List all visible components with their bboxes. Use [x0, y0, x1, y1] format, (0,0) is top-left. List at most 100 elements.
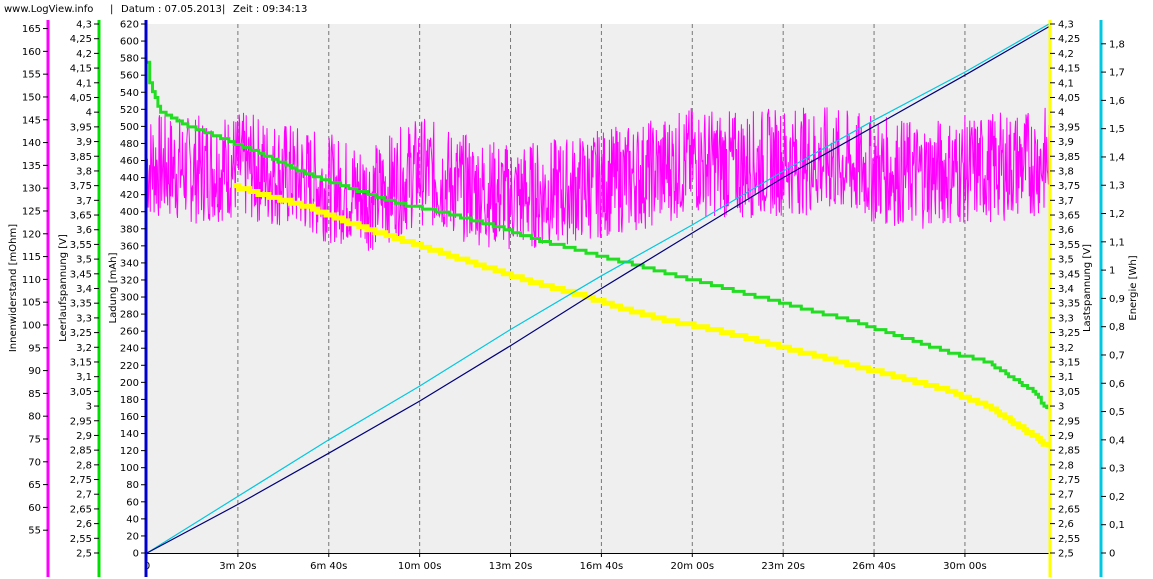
- lastspannung-tick-label: 2,8: [1058, 460, 1074, 471]
- innenwiderstand-tick-label: 120: [22, 229, 41, 240]
- lastspannung-tick-label: 4: [1058, 108, 1064, 119]
- lastspannung-tick-label: 2,65: [1058, 504, 1080, 515]
- x-tick-label: 13m 20s: [489, 561, 533, 572]
- lastspannung-tick-label: 2,5: [1058, 549, 1074, 560]
- innenwiderstand-tick-label: 125: [22, 206, 41, 217]
- ladung-tick-label: 120: [120, 446, 139, 457]
- leerlaufspannung-tick-label: 3,7: [76, 196, 92, 207]
- ladung-tick-label: 480: [120, 139, 139, 150]
- innenwiderstand-tick-label: 100: [22, 320, 41, 331]
- ladung-tick-label: 540: [120, 88, 139, 99]
- leerlaufspannung-tick-label: 3,5: [76, 255, 92, 266]
- header-date: Datum : 07.05.2013: [121, 4, 222, 15]
- ladung-tick-label: 240: [120, 344, 139, 355]
- leerlaufspannung-tick-label: 2,9: [76, 431, 92, 442]
- ladung-tick-label: 560: [120, 71, 139, 82]
- lastspannung-tick-label: 3,3: [1058, 313, 1074, 324]
- energie-tick-label: 0,8: [1109, 322, 1125, 333]
- innenwiderstand-tick-label: 110: [22, 275, 41, 286]
- ladung-tick-label: 460: [120, 156, 139, 167]
- lastspannung-tick-label: 2,85: [1058, 446, 1080, 457]
- leerlaufspannung-axis-title: Leerlaufspannung [V]: [58, 234, 69, 342]
- lastspannung-tick-label: 4,2: [1058, 49, 1074, 60]
- innenwiderstand-tick-label: 95: [28, 343, 41, 354]
- innenwiderstand-tick-label: 75: [28, 434, 41, 445]
- x-tick-label: 10m 00s: [398, 561, 442, 572]
- lastspannung-tick-label: 3,25: [1058, 328, 1080, 339]
- innenwiderstand-tick-label: 160: [22, 47, 41, 58]
- innenwiderstand-tick-label: 90: [28, 366, 41, 377]
- energie-tick-label: 1,2: [1109, 209, 1125, 220]
- lastspannung-tick-label: 3,35: [1058, 299, 1080, 310]
- header-separator-2: |: [222, 4, 225, 15]
- lastspannung-tick-label: 3,15: [1058, 357, 1080, 368]
- header-site: www.LogView.info: [4, 4, 93, 15]
- ladung-tick-label: 440: [120, 173, 139, 184]
- ladung-tick-label: 100: [120, 463, 139, 474]
- leerlaufspannung-tick-label: 4,15: [70, 64, 92, 75]
- lastspannung-tick-label: 4,25: [1058, 34, 1080, 45]
- innenwiderstand-tick-label: 55: [28, 526, 41, 537]
- innenwiderstand-tick-label: 145: [22, 115, 41, 126]
- lastspannung-axis-title: Lastspannung [V]: [1082, 244, 1093, 332]
- energie-tick-label: 0,6: [1109, 379, 1125, 390]
- innenwiderstand-tick-label: 65: [28, 480, 41, 491]
- lastspannung-tick-label: 2,55: [1058, 534, 1080, 545]
- energie-tick-label: 0,4: [1109, 435, 1125, 446]
- innenwiderstand-tick-label: 150: [22, 92, 41, 103]
- leerlaufspannung-tick-label: 3,35: [70, 299, 92, 310]
- lastspannung-tick-label: 2,7: [1058, 490, 1074, 501]
- innenwiderstand-tick-label: 85: [28, 389, 41, 400]
- leerlaufspannung-tick-label: 2,75: [70, 475, 92, 486]
- leerlaufspannung-tick-label: 2,8: [76, 460, 92, 471]
- lastspannung-tick-label: 4,05: [1058, 93, 1080, 104]
- lastspannung-tick-label: 3,6: [1058, 225, 1074, 236]
- ladung-tick-label: 600: [120, 37, 139, 48]
- innenwiderstand-tick-label: 165: [22, 24, 41, 35]
- ladung-tick-label: 320: [120, 275, 139, 286]
- header-time: Zeit : 09:34:13: [233, 4, 307, 15]
- lastspannung-tick-label: 4,1: [1058, 78, 1074, 89]
- lastspannung-tick-label: 2,6: [1058, 519, 1074, 530]
- energie-tick-label: 1,7: [1109, 68, 1125, 79]
- leerlaufspannung-tick-label: 3,1: [76, 372, 92, 383]
- innenwiderstand-tick-label: 140: [22, 138, 41, 149]
- lastspannung-tick-label: 3,75: [1058, 181, 1080, 192]
- ladung-axis-title: Ladung [mAh]: [108, 252, 119, 323]
- innenwiderstand-axis-title: Innenwiderstand [mOhm]: [8, 224, 19, 352]
- innenwiderstand-tick-label: 80: [28, 412, 41, 423]
- leerlaufspannung-tick-label: 3,15: [70, 357, 92, 368]
- ladung-tick-label: 140: [120, 429, 139, 440]
- leerlaufspannung-tick-label: 4,3: [76, 20, 92, 31]
- x-tick-label: 26m 40s: [852, 561, 896, 572]
- plot-area: [147, 24, 1049, 553]
- innenwiderstand-tick-label: 105: [22, 298, 41, 309]
- leerlaufspannung-tick-label: 4,1: [76, 78, 92, 89]
- leerlaufspannung-tick-label: 3,3: [76, 313, 92, 324]
- leerlaufspannung-tick-label: 3,95: [70, 122, 92, 133]
- x-tick-label: 23m 20s: [761, 561, 805, 572]
- leerlaufspannung-tick-label: 2,85: [70, 446, 92, 457]
- leerlaufspannung-tick-label: 2,65: [70, 504, 92, 515]
- leerlaufspannung-tick-label: 3,6: [76, 225, 92, 236]
- leerlaufspannung-tick-label: 3,25: [70, 328, 92, 339]
- lastspannung-tick-label: 3,1: [1058, 372, 1074, 383]
- ladung-tick-label: 400: [120, 207, 139, 218]
- ladung-tick-label: 620: [120, 20, 139, 31]
- energie-tick-label: 1,3: [1109, 181, 1125, 192]
- ladung-tick-label: 40: [126, 514, 139, 525]
- leerlaufspannung-tick-label: 2,55: [70, 534, 92, 545]
- leerlaufspannung-tick-label: 4: [86, 108, 92, 119]
- ladung-tick-label: 280: [120, 310, 139, 321]
- lastspannung-tick-label: 3,4: [1058, 284, 1074, 295]
- ladung-tick-label: 180: [120, 395, 139, 406]
- lastspannung-tick-label: 4,3: [1058, 20, 1074, 31]
- ladung-tick-label: 60: [126, 497, 139, 508]
- leerlaufspannung-tick-label: 3,4: [76, 284, 92, 295]
- ladung-tick-label: 80: [126, 480, 139, 491]
- leerlaufspannung-tick-label: 3,2: [76, 343, 92, 354]
- ladung-tick-label: 0: [133, 549, 139, 560]
- energie-tick-label: 0: [1109, 549, 1115, 560]
- leerlaufspannung-tick-label: 2,7: [76, 490, 92, 501]
- ladung-tick-label: 580: [120, 54, 139, 65]
